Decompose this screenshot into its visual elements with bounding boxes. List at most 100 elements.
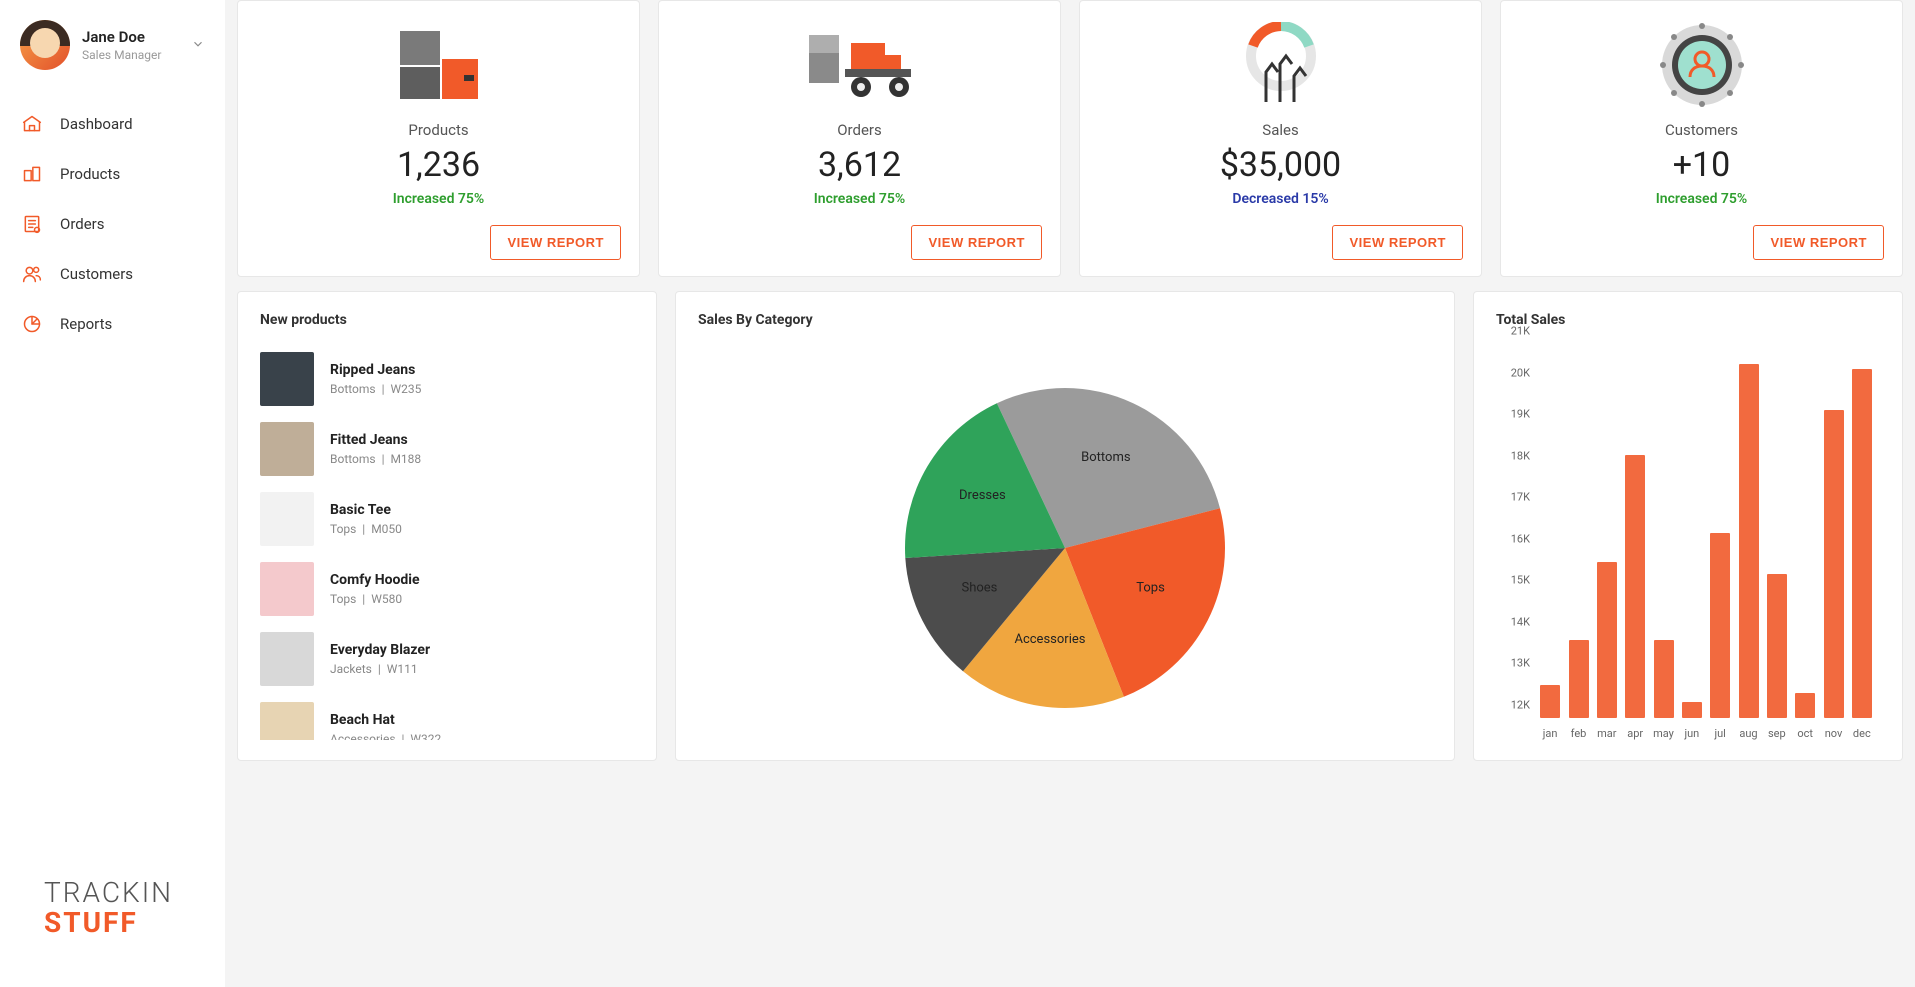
bar: [1767, 574, 1787, 718]
reports-icon: [22, 314, 42, 334]
x-tick: oct: [1797, 727, 1813, 740]
product-meta: Bottoms | W235: [330, 382, 421, 396]
y-tick: 15K: [1511, 574, 1530, 587]
customers-icon: [22, 264, 42, 284]
avatar: [20, 20, 70, 70]
summary-card-sales: Sales $35,000 Decreased 15% VIEW REPORT: [1079, 0, 1482, 277]
main: Products 1,236 Increased 75% VIEW REPORT…: [225, 0, 1915, 987]
chevron-down-icon: [191, 36, 205, 55]
customers-illustration-icon: [1658, 23, 1746, 107]
list-item[interactable]: Everyday Blazer Jackets | W111: [260, 624, 630, 694]
nav-label: Products: [60, 165, 120, 183]
pie-label: Bottoms: [1081, 450, 1131, 465]
logo: TRACKIN STUFF: [0, 878, 225, 967]
sales-illustration-icon: [1236, 23, 1326, 107]
products-illustration-icon: [394, 23, 484, 107]
view-report-button[interactable]: VIEW REPORT: [1753, 225, 1884, 260]
user-menu[interactable]: Jane Doe Sales Manager: [0, 20, 225, 94]
bar: [1795, 693, 1815, 718]
card-label: Products: [408, 121, 468, 139]
bar: [1710, 533, 1730, 718]
y-tick: 21K: [1511, 325, 1530, 338]
x-tick: jul: [1714, 727, 1725, 740]
card-value: $35,000: [1220, 145, 1341, 185]
view-report-button[interactable]: VIEW REPORT: [490, 225, 621, 260]
x-tick: nov: [1825, 727, 1843, 740]
nav-label: Dashboard: [60, 115, 133, 133]
product-name: Basic Tee: [330, 502, 402, 518]
card-label: Customers: [1665, 121, 1738, 139]
user-role: Sales Manager: [82, 48, 161, 62]
product-name: Comfy Hoodie: [330, 572, 420, 588]
orders-illustration-icon: [805, 23, 915, 107]
bar: [1540, 685, 1560, 718]
card-delta: Increased 75%: [393, 191, 485, 207]
y-tick: 16K: [1511, 532, 1530, 545]
x-tick: dec: [1853, 727, 1871, 740]
card-label: Orders: [837, 121, 882, 139]
product-thumb: [260, 422, 314, 476]
bar: [1654, 640, 1674, 718]
summary-card-customers: Customers +10 Increased 75% VIEW REPORT: [1500, 0, 1903, 277]
bar: [1824, 410, 1844, 718]
sidebar-item-customers[interactable]: Customers: [0, 250, 225, 298]
bar: [1597, 562, 1617, 718]
product-meta: Tops | W580: [330, 592, 420, 606]
sidebar-item-products[interactable]: Products: [0, 150, 225, 198]
bar: [1852, 369, 1872, 718]
nav-label: Orders: [60, 215, 105, 233]
x-tick: jun: [1684, 727, 1699, 740]
new-products-panel: New products Ripped Jeans Bottoms | W235…: [237, 291, 657, 761]
sales-by-category-panel: Sales By Category BottomsTopsAccessories…: [675, 291, 1455, 761]
product-meta: Accessories | W322: [330, 732, 441, 740]
product-thumb: [260, 562, 314, 616]
card-delta: Decreased 15%: [1232, 191, 1328, 207]
product-thumb: [260, 352, 314, 406]
sidebar-item-reports[interactable]: Reports: [0, 300, 225, 348]
bar: [1569, 640, 1589, 718]
product-thumb: [260, 632, 314, 686]
list-item[interactable]: Comfy Hoodie Tops | W580: [260, 554, 630, 624]
x-tick: aug: [1739, 727, 1757, 740]
y-tick: 19K: [1511, 408, 1530, 421]
list-item[interactable]: Fitted Jeans Bottoms | M188: [260, 414, 630, 484]
list-item[interactable]: Beach Hat Accessories | W322: [260, 694, 630, 740]
sidebar-item-dashboard[interactable]: Dashboard: [0, 100, 225, 148]
product-name: Ripped Jeans: [330, 362, 421, 378]
list-item[interactable]: Ripped Jeans Bottoms | W235: [260, 344, 630, 414]
card-value: 1,236: [397, 145, 480, 185]
x-tick: jan: [1543, 727, 1558, 740]
product-meta: Jackets | W111: [330, 662, 430, 676]
x-tick: sep: [1768, 727, 1786, 740]
pie-label: Tops: [1136, 581, 1165, 596]
product-thumb: [260, 492, 314, 546]
sidebar-item-orders[interactable]: Orders: [0, 200, 225, 248]
nav-label: Customers: [60, 265, 133, 283]
panel-title: Sales By Category: [698, 312, 1432, 328]
logo-line1: TRACKIN: [44, 876, 173, 909]
nav: Dashboard Products Orders Customers Reports: [0, 94, 225, 354]
view-report-button[interactable]: VIEW REPORT: [1332, 225, 1463, 260]
panel-title: New products: [260, 312, 634, 328]
bar-chart: 12K13K14K15K16K17K18K19K20K21K janfebmar…: [1496, 344, 1880, 740]
panel-title: Total Sales: [1496, 312, 1880, 328]
list-item[interactable]: Basic Tee Tops | M050: [260, 484, 630, 554]
y-tick: 14K: [1511, 615, 1530, 628]
pie-label: Dresses: [959, 488, 1006, 503]
card-label: Sales: [1262, 121, 1298, 139]
logo-line2: STUFF: [44, 906, 138, 939]
new-products-list[interactable]: Ripped Jeans Bottoms | W235 Fitted Jeans…: [260, 344, 634, 740]
product-meta: Tops | M050: [330, 522, 402, 536]
summary-cards: Products 1,236 Increased 75% VIEW REPORT…: [237, 0, 1903, 277]
summary-card-orders: Orders 3,612 Increased 75% VIEW REPORT: [658, 0, 1061, 277]
view-report-button[interactable]: VIEW REPORT: [911, 225, 1042, 260]
total-sales-panel: Total Sales 12K13K14K15K16K17K18K19K20K2…: [1473, 291, 1903, 761]
x-tick: may: [1653, 727, 1674, 740]
product-name: Fitted Jeans: [330, 432, 421, 448]
y-tick: 13K: [1511, 657, 1530, 670]
product-name: Beach Hat: [330, 712, 441, 728]
nav-label: Reports: [60, 315, 112, 333]
card-value: 3,612: [818, 145, 901, 185]
y-tick: 20K: [1511, 366, 1530, 379]
products-icon: [22, 164, 42, 184]
